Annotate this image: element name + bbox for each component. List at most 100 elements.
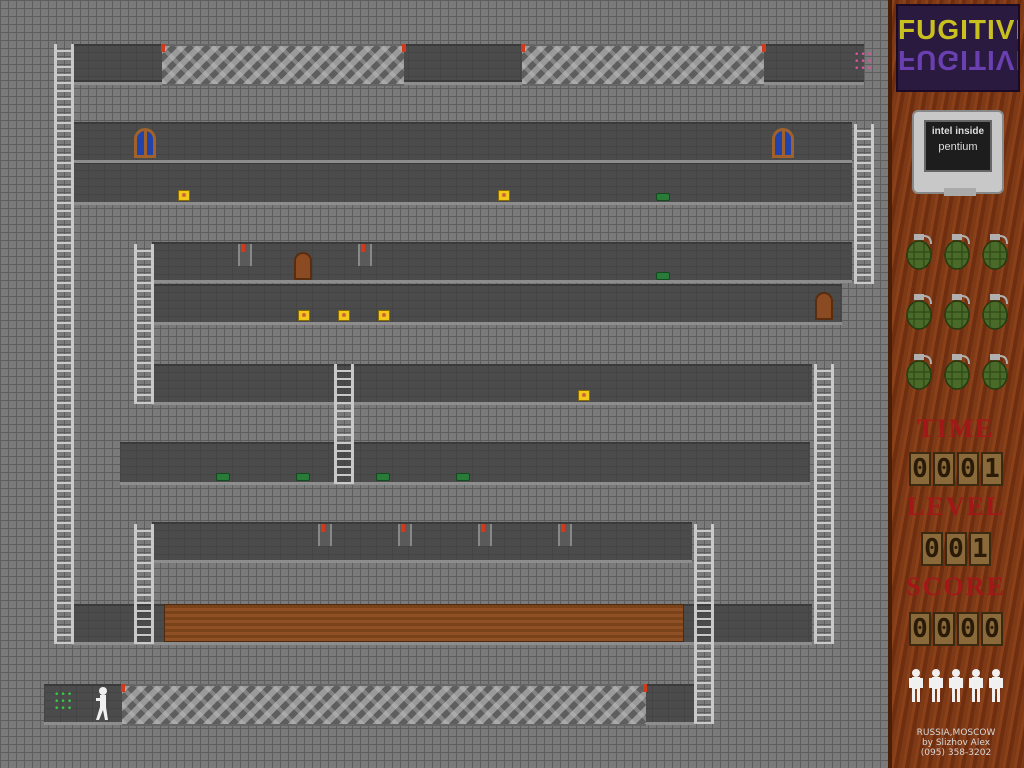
logo-title-reflection: FUGITIVE: [898, 45, 1018, 76]
grenade-icon: [982, 354, 1008, 390]
time-digit: 0: [957, 452, 979, 486]
floor: [152, 560, 692, 563]
floor: [120, 482, 810, 485]
monitor-screen: intel inside pentium: [924, 120, 992, 172]
torch-icon: [481, 524, 485, 532]
arched-window-icon: [134, 128, 156, 158]
arched-window-icon: [772, 128, 794, 158]
floor: [152, 280, 852, 283]
spike-trap: [162, 44, 404, 86]
grenade-icon: [906, 354, 932, 390]
credits-line: by Slizhov Alex: [921, 738, 991, 748]
torch-icon: [161, 44, 165, 52]
ladder[interactable]: [54, 44, 74, 644]
level-digit: 0: [921, 532, 943, 566]
grenade-icon: [944, 354, 970, 390]
green-mine-icon: [216, 473, 230, 481]
level-counter: 001: [892, 532, 1020, 566]
player-life-icon: [969, 669, 983, 702]
score-counter: 0000: [892, 612, 1020, 646]
score-digit: 0: [933, 612, 955, 646]
torch-icon: [321, 524, 325, 532]
grenade-icon: [982, 234, 1008, 270]
gold-treasure-icon[interactable]: [178, 190, 190, 201]
gold-treasure-icon[interactable]: [378, 310, 390, 321]
corridor-row-6: [152, 364, 812, 404]
torch-icon: [241, 244, 245, 252]
monitor-brand-label: pentium: [938, 141, 978, 153]
monitor-chip-label: intel inside: [931, 126, 985, 137]
grenade-icon: [906, 294, 932, 330]
green-mine-icon: [376, 473, 390, 481]
floor: [72, 160, 852, 163]
spike-trap: [522, 44, 764, 86]
score-digit: 0: [981, 612, 1003, 646]
credits: RUSSIA,MOSCOW by Slizhov Alex (095) 358-…: [892, 728, 1020, 758]
entry-marker-green: ••• ••• •••: [54, 690, 74, 714]
time-digit: 0: [909, 452, 931, 486]
grenade-icon: [982, 294, 1008, 330]
grenade-icon: [944, 234, 970, 270]
score-digit: 0: [909, 612, 931, 646]
player-life-icon: [909, 669, 923, 702]
level-label: LEVEL: [906, 492, 1006, 521]
grenade-icon: [906, 234, 932, 270]
gold-treasure-icon[interactable]: [338, 310, 350, 321]
floor: [152, 322, 842, 325]
torch-icon: [402, 44, 406, 52]
ladder[interactable]: [134, 244, 154, 404]
side-panel: FUGITIVE FUGITIVE intel inside pentium T…: [888, 0, 1024, 768]
ladder[interactable]: [694, 524, 714, 724]
green-mine-icon: [656, 193, 670, 201]
wooden-door-icon[interactable]: [294, 252, 312, 280]
lives-indicator: [908, 668, 1008, 708]
ladder[interactable]: [134, 524, 154, 644]
logo-title: FUGITIVE: [898, 14, 1018, 45]
corridor-row-8: [152, 522, 692, 562]
player-character[interactable]: [92, 686, 110, 722]
torch-icon: [561, 524, 565, 532]
ladder[interactable]: [334, 364, 354, 484]
torch-icon: [361, 244, 365, 252]
torch-icon: [521, 44, 525, 52]
level-digit: 0: [945, 532, 967, 566]
player-life-icon: [989, 669, 1003, 702]
credits-line: RUSSIA,MOSCOW: [916, 728, 996, 738]
level-digit: 1: [969, 532, 991, 566]
torch-icon: [643, 684, 647, 692]
green-mine-icon: [296, 473, 310, 481]
green-mine-icon: [456, 473, 470, 481]
monitor-icon: intel inside pentium: [912, 110, 1004, 196]
gold-treasure-icon[interactable]: [498, 190, 510, 201]
green-mine-icon: [656, 272, 670, 280]
monitor-base: [944, 188, 976, 196]
exit-marker-pink: ••• ••• •••: [854, 50, 874, 74]
torch-icon: [401, 524, 405, 532]
gold-treasure-icon[interactable]: [298, 310, 310, 321]
grenade-icon: [944, 294, 970, 330]
game-logo: FUGITIVE FUGITIVE: [896, 4, 1020, 92]
credits-line: (095) 358-3202: [920, 748, 992, 758]
torch-icon: [762, 44, 766, 52]
corridor-row-5: [152, 284, 842, 324]
time-label: TIME: [917, 414, 995, 443]
ladder[interactable]: [814, 364, 834, 644]
spike-trap: [122, 684, 646, 726]
wooden-platform: [164, 604, 684, 642]
wooden-door-icon[interactable]: [815, 292, 833, 320]
time-counter: 0001: [892, 452, 1020, 486]
game-map: ••• ••• ••• ••• ••• •••: [0, 0, 888, 768]
gold-treasure-icon[interactable]: [578, 390, 590, 401]
corridor-row-2: [72, 122, 852, 162]
player-life-icon: [949, 669, 963, 702]
floor: [72, 202, 852, 205]
score-label: SCORE: [906, 572, 1006, 601]
time-digit: 1: [981, 452, 1003, 486]
ladder[interactable]: [854, 124, 874, 284]
time-digit: 0: [933, 452, 955, 486]
torch-icon: [121, 684, 125, 692]
score-digit: 0: [957, 612, 979, 646]
player-life-icon: [929, 669, 943, 702]
floor: [152, 402, 812, 405]
corridor-row-4: [152, 242, 852, 282]
